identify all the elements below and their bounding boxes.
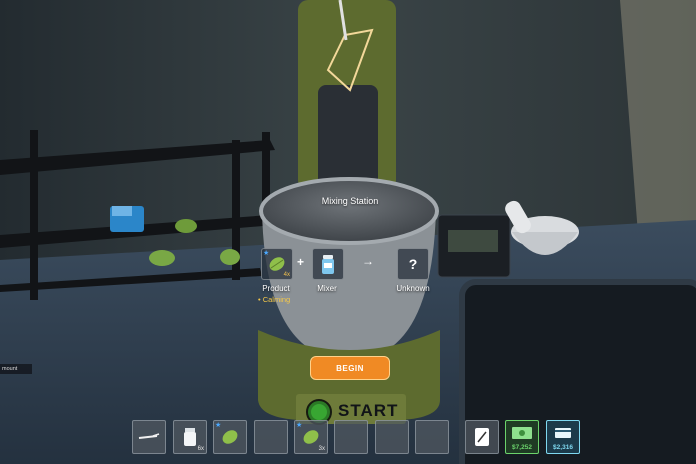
card-icon (555, 428, 571, 438)
bank-amount: $2,316 (553, 444, 573, 451)
result-slot: ? (397, 248, 429, 280)
hotbar: 6x ★ ★ 3x $7,252 $2,316 (0, 420, 696, 456)
product-label: Product (262, 284, 290, 293)
mixer-jar-icon (322, 255, 334, 274)
jar-icon (184, 428, 196, 446)
cash-amount: $7,252 (512, 444, 532, 451)
start-label: START (338, 401, 399, 420)
product-effect: • Calming (258, 295, 291, 304)
plus-symbol: + (297, 255, 305, 269)
hotbar-slot-7[interactable] (375, 420, 409, 454)
hotbar-slot-2[interactable]: 6x (173, 420, 207, 454)
mixer-slot[interactable] (312, 248, 344, 280)
star-icon: ★ (263, 250, 270, 257)
game-scene (0, 0, 696, 464)
weed-bud-icon (303, 430, 319, 444)
mixer-label: Mixer (317, 284, 337, 293)
slot-2-quantity: 6x (197, 446, 204, 452)
side-tag: mount (0, 364, 32, 374)
phone-slot[interactable] (465, 420, 499, 454)
phone-icon (475, 428, 489, 446)
arrow-symbol: → (362, 254, 374, 268)
hotbar-slot-4[interactable] (254, 420, 288, 454)
result-label: Unknown (396, 284, 430, 293)
bank-slot[interactable]: $2,316 (546, 420, 580, 454)
product-quantity: 4x (283, 272, 290, 278)
station-title: Mixing Station (321, 196, 379, 206)
unknown-icon: ? (408, 256, 418, 272)
weed-bud-icon (269, 257, 285, 271)
star-icon: ★ (296, 422, 303, 429)
cash-slot[interactable]: $7,252 (505, 420, 539, 454)
stick-icon (138, 433, 160, 439)
hotbar-slot-8[interactable] (415, 420, 449, 454)
cash-icon (512, 427, 532, 439)
hotbar-slot-3[interactable]: ★ (213, 420, 247, 454)
begin-button[interactable]: BEGIN (310, 356, 390, 380)
product-slot[interactable]: ★ 4x (261, 248, 293, 280)
weed-bud-icon (222, 430, 238, 444)
hotbar-slot-6[interactable] (334, 420, 368, 454)
hotbar-slot-5[interactable]: ★ 3x (294, 420, 328, 454)
slot-5-quantity: 3x (318, 446, 325, 452)
star-icon: ★ (215, 422, 222, 429)
hotbar-slot-1[interactable] (132, 420, 166, 454)
